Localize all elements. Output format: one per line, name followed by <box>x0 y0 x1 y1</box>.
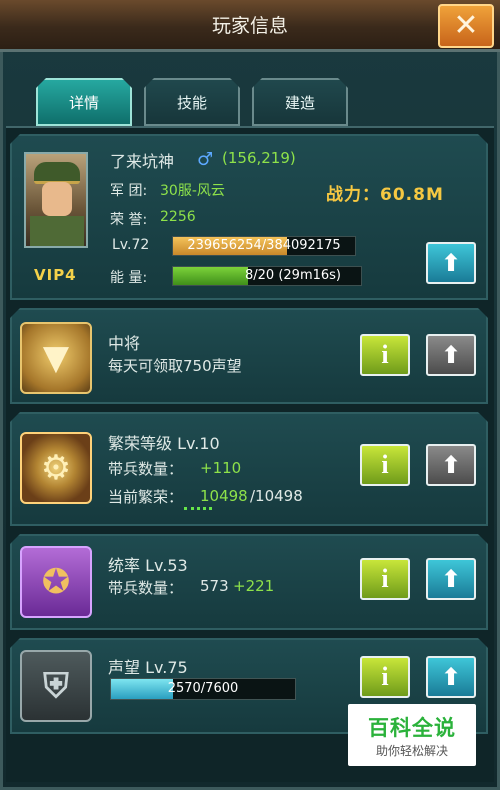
arrow-up-icon: ⬆ <box>440 451 462 479</box>
tab-skills[interactable]: 技能 <box>144 78 240 126</box>
legion-label: 军 团: <box>110 183 148 199</box>
level-label: Lv.72 <box>112 237 150 253</box>
title-bar: 玩家信息 ✕ <box>0 0 500 52</box>
command-upgrade-button[interactable]: ⬆ <box>426 558 476 600</box>
watermark-subtitle: 助你轻松解决 <box>375 744 448 758</box>
male-icon: ♂ <box>197 149 214 170</box>
prestige-text: 2570/7600 <box>167 681 239 696</box>
tab-build[interactable]: 建造 <box>252 78 348 126</box>
prosperity-info-button[interactable]: i <box>360 444 410 486</box>
rank-title: 中将 <box>108 334 141 353</box>
close-button[interactable]: ✕ <box>438 4 494 48</box>
avatar <box>24 152 88 248</box>
profile-card: VIP4 了来坑神 ♂ (156,219) 军 团: 30服-风云 战力：60.… <box>10 134 488 300</box>
prosperity-max-value: /10498 <box>250 487 303 505</box>
vip-badge: VIP4 <box>34 266 77 284</box>
combat-power: 战力：60.8M <box>326 185 444 205</box>
info-icon: i <box>381 564 389 593</box>
watermark-title: 百科全说 <box>368 716 456 740</box>
energy-text: 8/20 (29m16s) <box>245 268 341 283</box>
rank-desc: 每天可领取750声望 <box>108 357 242 375</box>
info-icon: i <box>381 662 389 691</box>
prosperity-title: 繁荣等级 Lv.10 <box>108 434 220 453</box>
info-icon: i <box>381 450 389 479</box>
prosperity-troops-value: +110 <box>200 459 242 477</box>
prosperity-current-value: 10498 <box>200 487 248 505</box>
player-name: 了来坑神 <box>110 152 175 171</box>
player-coords[interactable]: (156,219) <box>222 149 296 167</box>
rank-info-button[interactable]: i <box>360 334 410 376</box>
arrow-up-icon: ⬆ <box>440 663 462 691</box>
prosperity-row: ⚙ 繁荣等级 Lv.10 带兵数量： +110 当前繁荣： 10498 /104… <box>10 412 488 526</box>
command-info-button[interactable]: i <box>360 558 410 600</box>
command-troops-base: 573 <box>200 577 229 595</box>
rank-upgrade-button[interactable]: ⬆ <box>426 334 476 376</box>
level-up-button[interactable]: ⬆ <box>426 242 476 284</box>
arrow-up-icon: ⬆ <box>440 565 462 593</box>
command-troops-label: 带兵数量： <box>108 579 184 597</box>
prestige-bar: 2570/7600 <box>110 678 296 700</box>
xp-text: 239656254/384092175 <box>187 238 341 253</box>
prestige-upgrade-button[interactable]: ⬆ <box>426 656 476 698</box>
window-title: 玩家信息 <box>211 15 288 37</box>
close-icon: ✕ <box>453 8 479 43</box>
prosperity-upgrade-button[interactable]: ⬆ <box>426 444 476 486</box>
tab-details[interactable]: 详情 <box>36 78 132 126</box>
prestige-title: 声望 Lv.75 <box>108 658 188 677</box>
energy-bar: 8/20 (29m16s) <box>172 266 362 286</box>
shield-icon: ⛨ <box>20 650 92 722</box>
honor-value: 2256 <box>160 209 196 225</box>
book-icon: ✪ <box>20 546 92 618</box>
arrow-up-icon: ⬆ <box>440 341 462 369</box>
command-row: ✪ 统率 Lv.53 带兵数量： 573 +221 i ⬆ <box>10 534 488 630</box>
watermark: 百科全说 助你轻松解决 <box>348 704 476 766</box>
prosperity-current-label: 当前繁荣： <box>108 488 184 506</box>
info-icon: i <box>381 340 389 369</box>
xp-bar: 239656254/384092175 <box>172 236 356 256</box>
arrow-up-icon: ⬆ <box>440 249 462 277</box>
prestige-info-button[interactable]: i <box>360 656 410 698</box>
honor-label: 荣 誉: <box>110 212 148 228</box>
prosperity-troops-label: 带兵数量： <box>108 460 184 478</box>
prosperity-dots <box>184 507 212 510</box>
rank-row: ▼ 中将 每天可领取750声望 i ⬆ <box>10 308 488 404</box>
gear-medal-icon: ⚙ <box>20 432 92 504</box>
rank-badge-icon: ▼ <box>20 322 92 394</box>
legion-value: 30服-风云 <box>160 183 225 199</box>
command-title: 统率 Lv.53 <box>108 556 188 575</box>
energy-bar-fill <box>173 267 249 285</box>
command-troops-bonus: +221 <box>233 577 275 595</box>
energy-label: 能 量: <box>110 270 148 286</box>
